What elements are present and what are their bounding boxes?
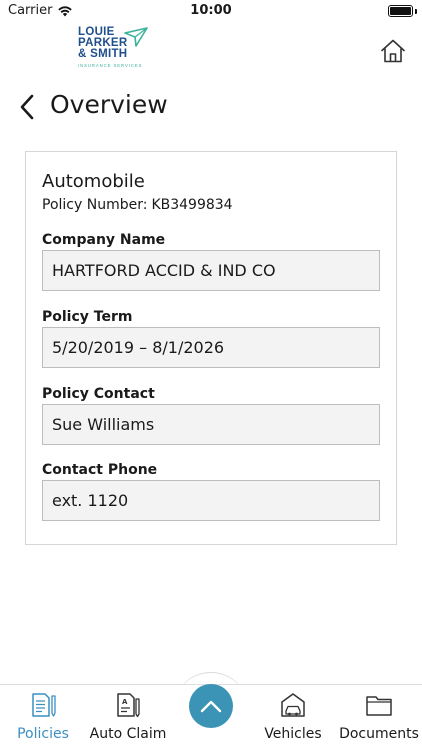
logo-line-3: & SMITH — [78, 48, 128, 60]
tab-vehicles-label: Vehicles — [264, 726, 322, 742]
contact-phone-field: Contact Phone ext. 1120 — [42, 462, 380, 521]
policy-card: Automobile Policy Number: KB3499834 Compa… — [25, 151, 397, 545]
home-icon — [381, 39, 405, 63]
company-name-field: Company Name HARTFORD ACCID & IND CO — [42, 232, 380, 291]
policy-contact-field: Policy Contact Sue Williams — [42, 386, 380, 445]
svg-text:A: A — [122, 698, 128, 706]
logo-subtitle: INSURANCE SERVICES — [78, 63, 143, 68]
status-bar: Carrier 10:00 — [0, 0, 422, 22]
contact-phone-value: ext. 1120 — [42, 480, 380, 521]
policy-type: Automobile — [42, 171, 145, 192]
policy-number-label: Policy Number: — [42, 197, 148, 213]
vehicles-icon — [279, 691, 307, 719]
policy-contact-value: Sue Williams — [42, 404, 380, 445]
policies-icon — [29, 691, 57, 719]
policy-term-value: 5/20/2019 – 8/1/2026 — [42, 327, 380, 368]
policy-number-row: Policy Number: KB3499834 — [42, 197, 233, 213]
tab-auto-claim[interactable]: A Auto Claim — [88, 691, 168, 745]
policy-term-field: Policy Term 5/20/2019 – 8/1/2026 — [42, 309, 380, 368]
tab-policies-label: Policies — [17, 726, 69, 742]
company-name-value: HARTFORD ACCID & IND CO — [42, 250, 380, 291]
expand-menu-button[interactable] — [189, 684, 233, 728]
tab-auto-claim-label: Auto Claim — [89, 726, 167, 742]
battery-fill — [390, 7, 411, 15]
logo-arrow-icon — [124, 27, 148, 47]
auto-claim-icon: A — [114, 691, 142, 719]
chevron-left-icon — [20, 94, 34, 120]
battery-tip — [415, 9, 417, 14]
tab-vehicles[interactable]: Vehicles — [262, 691, 324, 745]
company-name-label: Company Name — [42, 232, 166, 248]
status-time: 10:00 — [190, 3, 232, 18]
policy-term-label: Policy Term — [42, 309, 133, 325]
back-button[interactable] — [18, 93, 40, 121]
battery-icon — [388, 5, 413, 17]
policy-contact-label: Policy Contact — [42, 386, 155, 402]
tab-documents-label: Documents — [339, 726, 419, 742]
company-logo: LOUIE PARKER & SMITH INSURANCE SERVICES — [78, 26, 158, 77]
tab-policies[interactable]: Policies — [14, 691, 72, 745]
chevron-up-icon — [200, 700, 222, 713]
tab-documents[interactable]: Documents — [338, 691, 420, 745]
home-button[interactable] — [380, 38, 406, 64]
contact-phone-label: Contact Phone — [42, 462, 158, 478]
policy-number-value: KB3499834 — [151, 197, 233, 213]
page-title: Overview — [50, 90, 168, 119]
documents-icon — [365, 691, 393, 719]
